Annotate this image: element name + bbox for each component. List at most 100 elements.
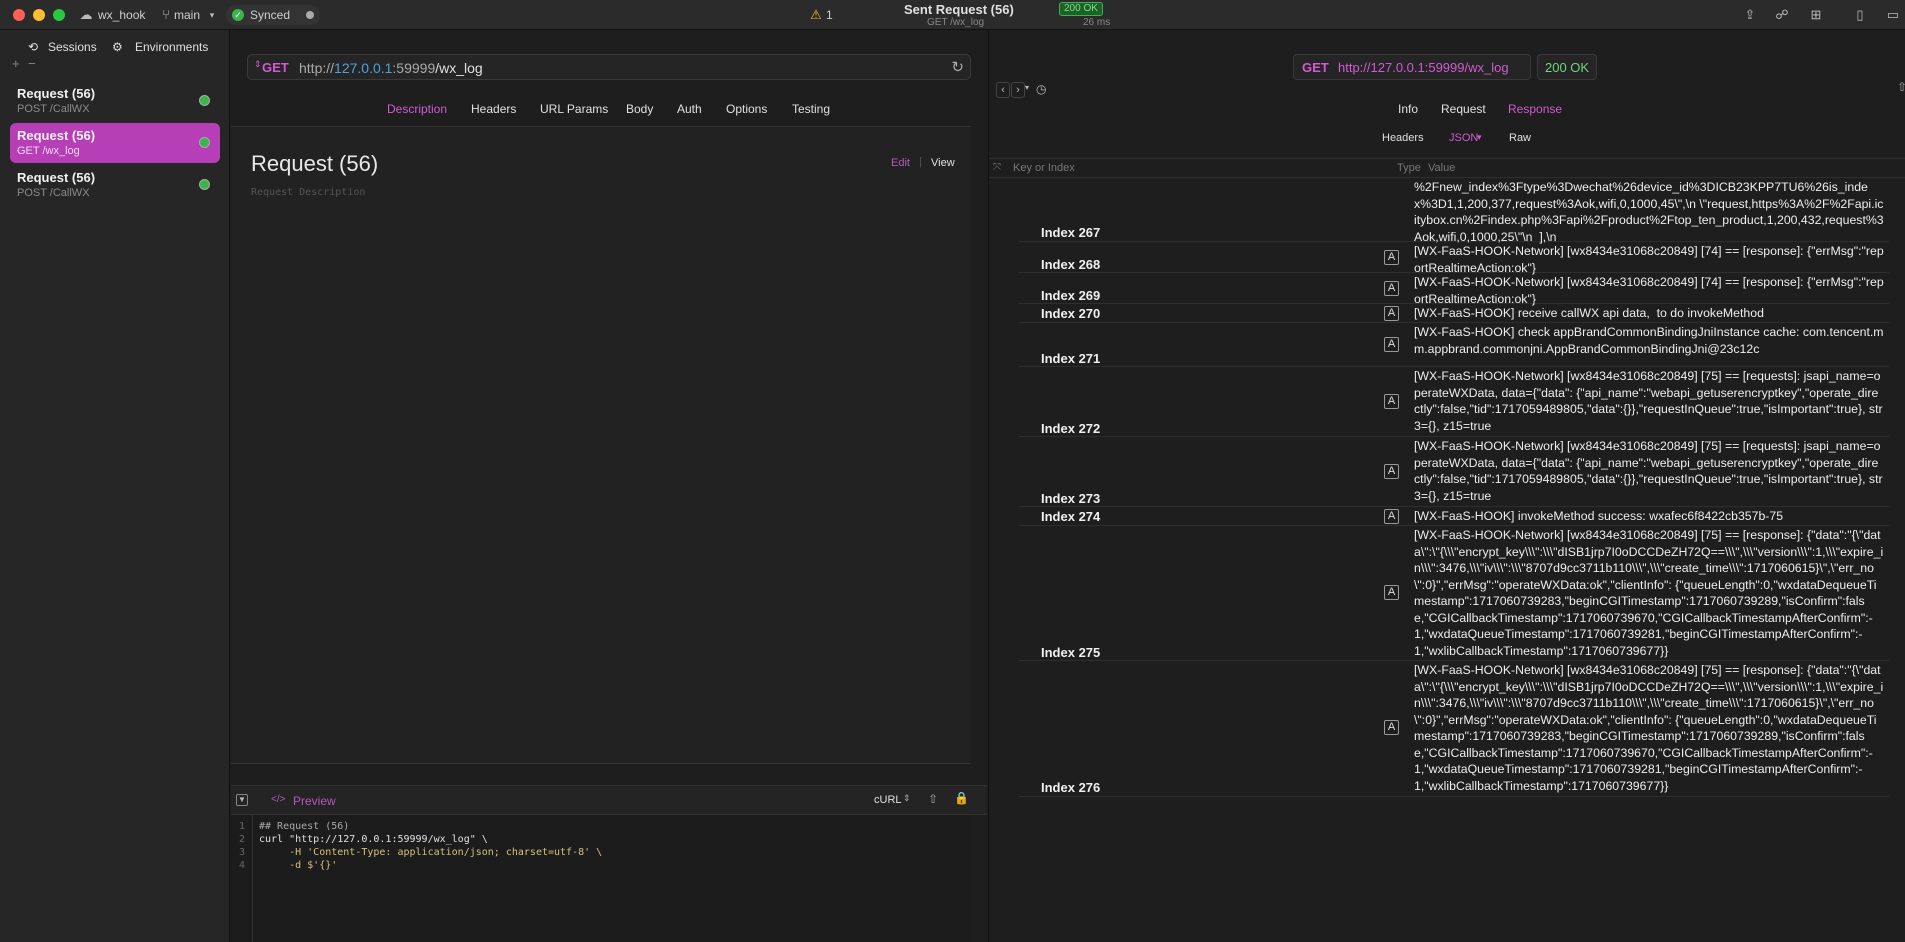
row-value: [WX-FaaS-HOOK-Network] [wx8434e31068c208… <box>1414 275 1884 306</box>
row-index: Index 269 <box>1041 288 1101 303</box>
table-row[interactable]: Index 268 A [WX-FaaS-HOOK-Network] [wx84… <box>1019 242 1889 275</box>
row-index: Index 270 <box>1041 306 1101 321</box>
request-title[interactable]: Request (56) <box>251 151 378 177</box>
tab-sessions[interactable]: Sessions <box>48 40 97 54</box>
url-scheme: http:// <box>299 60 335 76</box>
table-row[interactable]: Index 275 A [WX-FaaS-HOOK-Network] [wx84… <box>1019 526 1889 661</box>
chevron-down-icon[interactable]: ▾ <box>1477 132 1482 143</box>
tab-request[interactable]: Request <box>1441 102 1486 116</box>
subtab-json[interactable]: JSON <box>1449 132 1478 144</box>
window-subtitle: GET /wx_log <box>927 17 985 28</box>
upload-icon[interactable]: ⇪ <box>1742 7 1758 23</box>
tab-response[interactable]: Response <box>1508 102 1562 116</box>
session-item-subtitle: POST /CallWX <box>17 187 90 199</box>
method-selector[interactable]: GET <box>262 60 289 75</box>
table-row[interactable]: Index 273 A [WX-FaaS-HOOK-Network] [wx84… <box>1019 437 1889 507</box>
history-icon[interactable]: ◷ <box>1036 82 1046 96</box>
table-row[interactable]: Index 267 %2Fnew_index%3Ftype%3Dwechat%2… <box>1019 179 1889 244</box>
collapse-icon[interactable]: ▼ <box>236 794 248 806</box>
string-type-icon: A <box>1384 585 1399 600</box>
forward-icon[interactable]: › <box>1011 82 1025 98</box>
code-preview[interactable]: 1 2 3 4 ## Request (56) curl "http://127… <box>231 815 971 942</box>
row-value: [WX-FaaS-HOOK-Network] [wx8434e31068c208… <box>1414 244 1884 275</box>
table-row[interactable]: Index 274 A [WX-FaaS-HOOK] invokeMethod … <box>1019 507 1889 526</box>
share-icon[interactable]: ⇧ <box>928 792 938 806</box>
session-item[interactable]: Request (56) POST /CallWX <box>10 81 220 121</box>
status-dot-icon <box>199 179 210 190</box>
tab-auth[interactable]: Auth <box>677 102 702 116</box>
string-type-icon: A <box>1384 281 1399 296</box>
expand-icon[interactable]: ⤧ <box>993 162 1001 173</box>
response-url: http://127.0.0.1:59999/wx_log <box>1338 60 1509 75</box>
url-bar[interactable]: ⇕ GET http://127.0.0.1:59999/wx_log ↻ <box>247 54 971 80</box>
subtab-headers[interactable]: Headers <box>1382 132 1424 144</box>
response-panel: GET http://127.0.0.1:59999/wx_log 200 OK… <box>988 30 1905 942</box>
line-number: 3 <box>239 847 246 858</box>
tab-url-params[interactable]: URL Params <box>540 102 608 116</box>
table-row[interactable]: Index 272 A [WX-FaaS-HOOK-Network] [wx84… <box>1019 367 1889 437</box>
status-dot-icon <box>199 137 210 148</box>
refresh-icon[interactable]: ↻ <box>951 58 964 76</box>
history-icon: ⟲ <box>28 40 39 54</box>
zoom-window-button[interactable] <box>53 9 65 21</box>
description-panel: Request (56) Request Description Edit | … <box>231 126 971 764</box>
tab-info[interactable]: Info <box>1398 102 1418 116</box>
cookie-icon[interactable]: ☍ <box>1774 7 1790 23</box>
key-filter-input[interactable]: Key or Index <box>1013 162 1075 174</box>
add-icon[interactable]: + <box>12 56 20 71</box>
back-icon[interactable]: ‹ <box>996 82 1010 98</box>
string-type-icon: A <box>1384 250 1399 265</box>
row-value: [WX-FaaS-HOOK-Network] [wx8434e31068c208… <box>1414 528 1884 658</box>
branch-name[interactable]: main <box>174 8 200 22</box>
response-url-box[interactable]: GET http://127.0.0.1:59999/wx_log <box>1293 54 1531 80</box>
project-name[interactable]: wx_hook <box>98 8 145 22</box>
string-type-icon: A <box>1384 337 1399 352</box>
line-number: 1 <box>239 821 246 832</box>
format-select[interactable]: cURL <box>874 794 902 806</box>
table-row[interactable]: Index 271 A [WX-FaaS-HOOK] check appBran… <box>1019 323 1889 367</box>
session-item-selected[interactable]: Request (56) GET /wx_log <box>10 123 220 163</box>
panel-toggle-icon[interactable]: ▭ <box>1885 7 1901 23</box>
lock-icon[interactable]: 🔒 <box>954 791 969 805</box>
preview-label[interactable]: Preview <box>293 794 336 808</box>
sync-status-pill[interactable]: ✓ Synced <box>226 5 320 25</box>
table-row[interactable]: Index 276 A [WX-FaaS-HOOK-Network] [wx84… <box>1019 661 1889 797</box>
string-type-icon: A <box>1384 394 1399 409</box>
chevron-updown-icon[interactable]: ⇕ <box>903 793 911 804</box>
close-window-button[interactable] <box>13 9 25 21</box>
code-line: curl "http://127.0.0.1:59999/wx_log" \ <box>259 834 488 845</box>
minimize-window-button[interactable] <box>33 9 45 21</box>
status-dot-icon <box>199 95 210 106</box>
remove-icon[interactable]: − <box>28 56 36 71</box>
session-item-subtitle: GET /wx_log <box>17 145 80 157</box>
view-button[interactable]: View <box>931 157 955 169</box>
warning-count: 1 <box>826 8 833 22</box>
row-value: [WX-FaaS-HOOK-Network] [wx8434e31068c208… <box>1414 439 1883 503</box>
chevron-down-icon[interactable]: ▾ <box>1025 83 1029 92</box>
session-item[interactable]: Request (56) POST /CallWX <box>10 165 220 205</box>
warning-icon[interactable]: ⚠ <box>808 7 824 23</box>
tab-testing[interactable]: Testing <box>792 102 830 116</box>
string-type-icon: A <box>1384 464 1399 479</box>
table-row[interactable]: Index 270 A [WX-FaaS-HOOK] receive callW… <box>1019 304 1889 323</box>
url-port: :59999 <box>392 60 436 76</box>
export-icon[interactable]: ⇧ <box>1897 80 1905 94</box>
subtab-raw[interactable]: Raw <box>1509 132 1531 144</box>
row-value: %2Fnew_index%3Ftype%3Dwechat%26device_id… <box>1414 180 1884 244</box>
method-stepper-icon[interactable]: ⇕ <box>254 59 262 70</box>
session-item-subtitle: POST /CallWX <box>17 103 90 115</box>
url-input[interactable]: http://127.0.0.1:59999/wx_log <box>299 60 483 76</box>
tab-description[interactable]: Description <box>387 102 447 116</box>
description-input[interactable]: Request Description <box>251 187 365 198</box>
row-value: [WX-FaaS-HOOK-Network] [wx8434e31068c208… <box>1414 663 1884 793</box>
tab-headers[interactable]: Headers <box>471 102 516 116</box>
tab-body[interactable]: Body <box>626 102 653 116</box>
table-row[interactable]: Index 269 A [WX-FaaS-HOOK-Network] [wx84… <box>1019 273 1889 306</box>
response-status-box: 200 OK <box>1537 54 1597 80</box>
tab-options[interactable]: Options <box>726 102 767 116</box>
sidebar-toggle-icon[interactable]: ▯ <box>1852 7 1868 23</box>
import-icon[interactable]: ⊞ <box>1808 7 1824 23</box>
edit-button[interactable]: Edit <box>891 157 910 169</box>
chevron-down-icon[interactable]: ▾ <box>204 7 220 23</box>
tab-environments[interactable]: Environments <box>135 40 208 54</box>
